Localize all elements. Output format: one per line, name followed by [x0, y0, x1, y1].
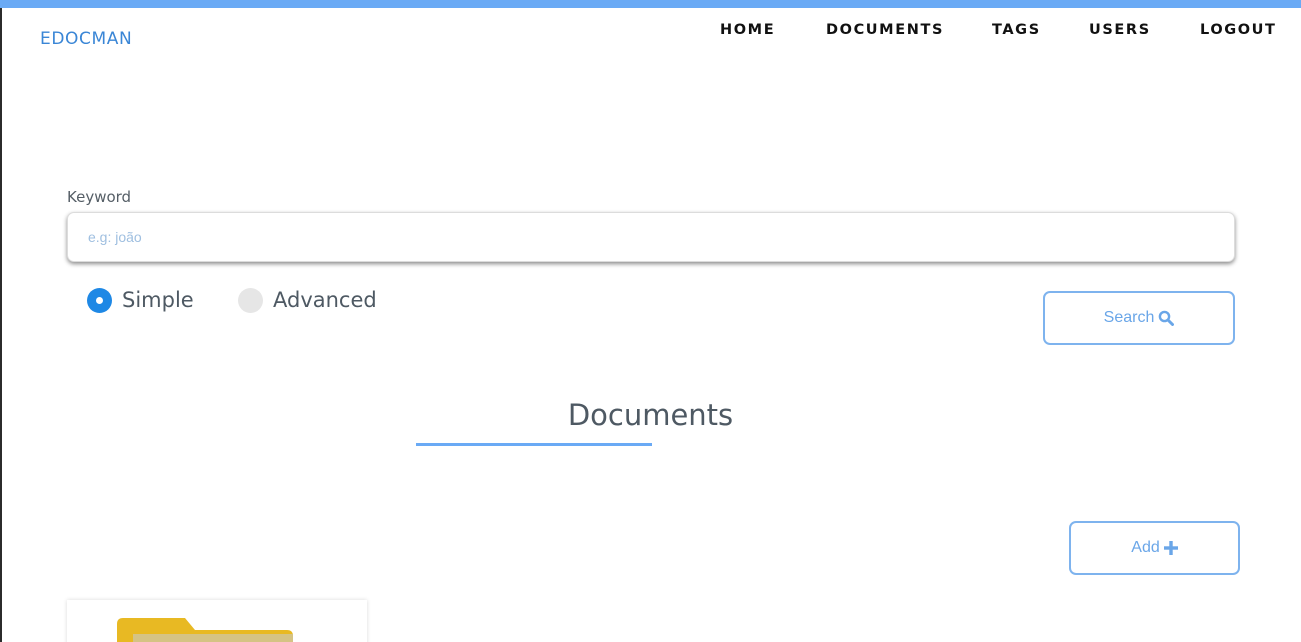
add-document-button[interactable]: Add: [1069, 521, 1240, 575]
search-button[interactable]: Search: [1043, 291, 1235, 345]
top-accent-bar: [0, 0, 1301, 8]
document-card[interactable]: [67, 600, 367, 642]
keyword-label: Keyword: [67, 188, 132, 206]
nav-users[interactable]: USERS: [1089, 20, 1151, 40]
search-icon: [1158, 310, 1175, 326]
main-nav: HOME DOCUMENTS TAGS USERS LOGOUT: [0, 20, 1301, 42]
radio-selected-icon[interactable]: [87, 287, 112, 313]
folder-icon: [117, 618, 297, 642]
search-button-label: Search: [1103, 309, 1155, 326]
add-button-label: Add: [1131, 539, 1160, 556]
nav-tags[interactable]: TAGS: [992, 20, 1041, 40]
radio-simple[interactable]: Simple: [87, 287, 194, 313]
plus-icon: [1163, 541, 1178, 555]
radio-advanced[interactable]: Advanced: [238, 287, 377, 313]
radio-simple-label: Simple: [122, 288, 194, 312]
radio-advanced-label: Advanced: [273, 288, 377, 312]
nav-home[interactable]: HOME: [720, 20, 775, 40]
title-underline: [416, 443, 652, 446]
nav-logout[interactable]: LOGOUT: [1200, 20, 1277, 40]
documents-title: Documents: [567, 398, 734, 432]
keyword-input[interactable]: [67, 212, 1235, 262]
radio-unselected-icon[interactable]: [238, 287, 263, 313]
window-edge: [0, 0, 2, 642]
nav-documents[interactable]: DOCUMENTS: [826, 20, 944, 40]
